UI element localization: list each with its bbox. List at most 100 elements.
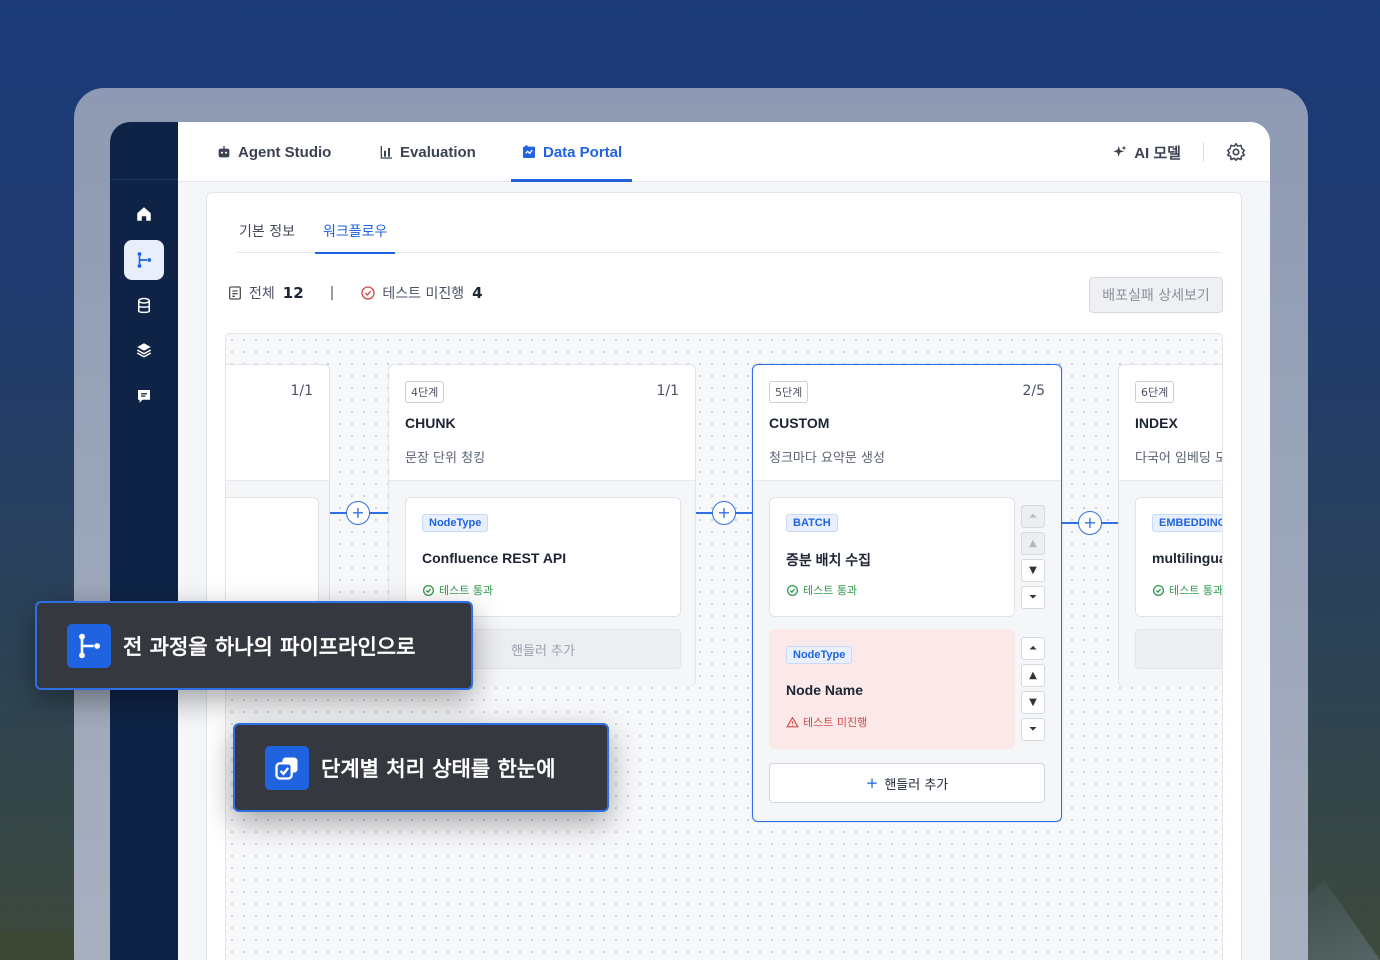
callout-text: 전 과정을 하나의 파이프라인으로 [123, 634, 416, 659]
check-circle-icon [361, 286, 376, 300]
add-handler-label: 핸들러 추가 [884, 777, 949, 793]
stage-description: 청크마다 요약문 생성 [769, 451, 885, 466]
move-top-button[interactable]: ⏶ [1021, 637, 1045, 660]
move-up-button[interactable]: ▲ [1021, 664, 1045, 687]
check-circle-icon [1152, 584, 1165, 596]
node-type-badge: BATCH [786, 514, 838, 532]
callout-status: 단계별 처리 상태를 한눈에 [233, 723, 609, 812]
tab-label: Evaluation [400, 143, 476, 161]
subtab-basic-info[interactable]: 기본 정보 [239, 221, 295, 253]
total-label: 전체 [249, 286, 275, 302]
stats-bar: 전체 12 | 테스트 미진행 4 [227, 283, 483, 303]
stage-body: EMBEDDING multilingual 테스트 통과 [1119, 481, 1223, 687]
node-type-badge: EMBEDDING [1152, 514, 1222, 532]
add-handler-button[interactable] [1135, 629, 1222, 669]
stage-description: 다국어 임베딩 모 [1135, 451, 1223, 466]
deploy-fail-detail-button[interactable]: 배포실패 상세보기 [1089, 277, 1223, 313]
stage-step-badge: 6단계 [1135, 381, 1175, 403]
stats-separator: | [329, 285, 335, 301]
sidebar-item-workflow[interactable] [124, 240, 164, 280]
stage-header: 4단계 1/1 CHUNK 문장 단위 청킹 [389, 365, 695, 481]
tab-label: Agent Studio [238, 143, 332, 161]
database-icon [138, 297, 150, 314]
status-check-icon [275, 757, 298, 780]
node-status-label: 테스트 통과 [439, 584, 494, 597]
callout-pipeline: 전 과정을 하나의 파이프라인으로 [35, 601, 473, 690]
top-right-actions: AI 모델 [1112, 122, 1246, 182]
move-bottom-button[interactable]: ⏷ [1021, 718, 1045, 741]
node-card[interactable]: BATCH 증분 배치 수집 테스트 통과 [769, 497, 1015, 617]
sidebar-item-chat[interactable] [124, 376, 164, 416]
divider [1203, 142, 1204, 162]
stage-body: BATCH 증분 배치 수집 테스트 통과 ⏶ ▲ ▼ ⏷ NodeType N… [753, 481, 1061, 820]
stage-step-badge: 4단계 [405, 381, 445, 403]
node-status: 테스트 통과 [1152, 582, 1222, 598]
node-name: Node Name [786, 682, 864, 698]
node-name: Confluence REST API [422, 550, 567, 566]
subtab-workflow[interactable]: 워크플로우 [314, 221, 396, 254]
main-panel: 기본 정보 워크플로우 전체 12 | 테스트 미진행 4 배포실패 상세보기 … [206, 192, 1242, 960]
sidebar [110, 122, 178, 960]
stage-count: 1/1 [290, 383, 313, 399]
node-name: 증분 배치 수집 [786, 552, 872, 568]
data-portal-icon [523, 145, 535, 158]
node-card[interactable]: EMBEDDING multilingual 테스트 통과 [1135, 497, 1223, 617]
callout-text: 단계별 처리 상태를 한눈에 [321, 756, 556, 781]
node-status: 테스트 통과 [786, 582, 857, 598]
check-circle-icon [786, 584, 799, 596]
add-handler-label: 핸들러 추가 [511, 643, 575, 659]
node-card[interactable]: NodeType Node Name 테스트 미진행 [769, 629, 1015, 749]
move-down-button[interactable]: ▼ [1021, 559, 1045, 582]
sparkle-icon [1113, 145, 1127, 157]
untested-count: 4 [472, 284, 483, 302]
node-status: 테스트 미진행 [786, 714, 867, 730]
home-icon [137, 207, 151, 221]
sidebar-logo-area [110, 122, 178, 180]
subtab-bar: 기본 정보 워크플로우 [237, 221, 1221, 254]
node-status-label: 테스트 미진행 [803, 716, 868, 729]
bar-chart-icon [380, 146, 392, 159]
add-stage-button[interactable]: + [346, 501, 370, 525]
document-icon [229, 286, 241, 300]
stage-card-index[interactable]: 6단계 INDEX 다국어 임베딩 모 EMBEDDING multilingu… [1118, 364, 1223, 687]
tab-agent-studio[interactable]: Agent Studio [216, 122, 331, 182]
node-type-badge: NodeType [422, 514, 489, 532]
node-status-label: 테스트 통과 [803, 584, 858, 597]
callout-icon-box [67, 623, 111, 668]
move-down-button[interactable]: ▼ [1021, 691, 1045, 714]
stage-title: CHUNK [405, 415, 456, 431]
add-stage-button[interactable]: + [1078, 511, 1102, 535]
add-stage-button[interactable]: + [712, 501, 736, 525]
robot-icon [218, 146, 230, 158]
top-navigation: Agent Studio Evaluation Data Portal AI 모… [178, 122, 1270, 182]
node-card[interactable]: NodeType Confluence REST API 테스트 통과 [405, 497, 681, 617]
stage-step-badge: 5단계 [769, 381, 809, 403]
stage-header: 1/1 [226, 365, 329, 481]
tab-evaluation[interactable]: Evaluation [378, 122, 476, 182]
gear-icon[interactable] [1226, 142, 1246, 162]
node-name: multilingual [1152, 550, 1223, 566]
move-up-button[interactable]: ▲ [1021, 532, 1045, 555]
sidebar-item-home[interactable] [124, 194, 164, 234]
check-circle-icon [422, 584, 435, 596]
tab-data-portal[interactable]: Data Portal [510, 122, 633, 182]
move-top-button[interactable]: ⏶ [1021, 505, 1045, 528]
app-window: Agent Studio Evaluation Data Portal AI 모… [110, 122, 1270, 960]
plus-icon: + [865, 774, 879, 792]
node-reorder-controls: ⏶ ▲ ▼ ⏷ [1021, 505, 1045, 609]
stage-description: 문장 단위 청킹 [405, 451, 486, 466]
sidebar-item-database[interactable] [124, 286, 164, 326]
sidebar-item-layers[interactable] [124, 330, 164, 370]
move-bottom-button[interactable]: ⏷ [1021, 586, 1045, 609]
workflow-icon [137, 252, 152, 268]
node-type-badge: NodeType [786, 646, 853, 664]
ai-model-label: AI 모델 [1134, 144, 1181, 162]
tab-label: Data Portal [543, 143, 623, 161]
ai-model-button[interactable]: AI 모델 [1112, 142, 1181, 163]
stage-card-custom[interactable]: 5단계 2/5 CUSTOM 청크마다 요약문 생성 BATCH 증분 배치 수… [752, 364, 1062, 822]
stage-count: 2/5 [1022, 383, 1045, 399]
add-handler-button[interactable]: + 핸들러 추가 [769, 763, 1045, 803]
layers-icon [136, 343, 152, 358]
callout-icon-box [265, 745, 309, 790]
workflow-icon [79, 633, 101, 658]
